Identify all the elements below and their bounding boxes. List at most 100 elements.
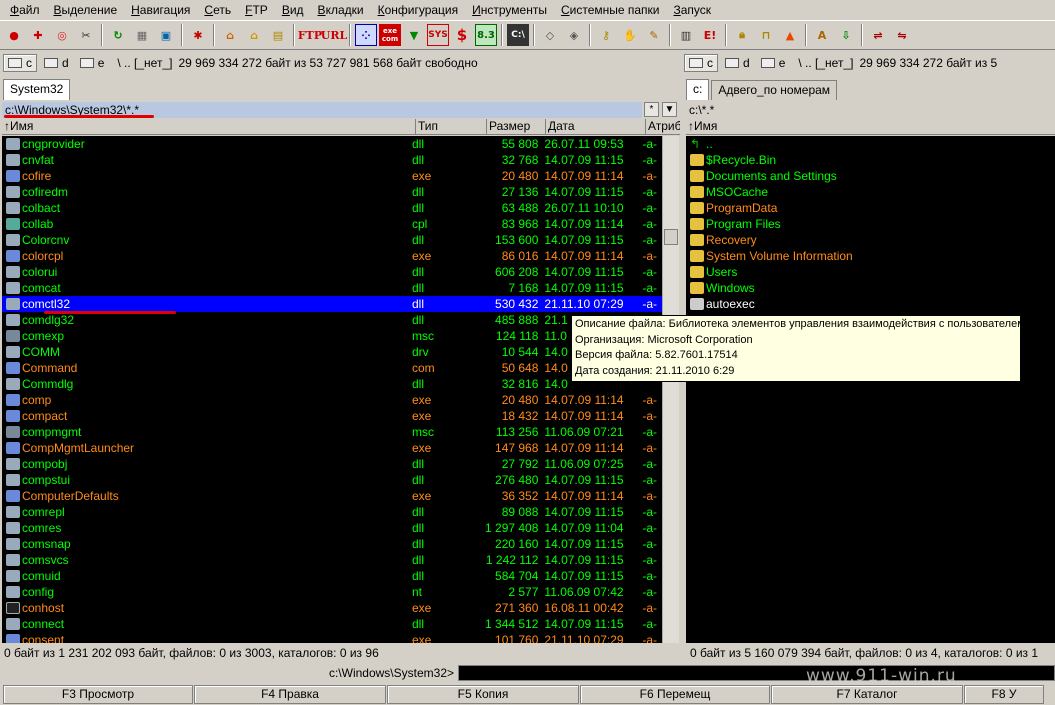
menu-item-0[interactable]: Файл: [3, 0, 47, 20]
properties-icon[interactable]: ▥: [675, 24, 697, 46]
history-button[interactable]: *: [644, 102, 659, 117]
table-row[interactable]: cnvfat dll 32 768 14.07.09 11:15 -a-: [2, 152, 662, 168]
sys-button[interactable]: SYS: [427, 24, 449, 46]
menu-item-6[interactable]: Вкладки: [311, 0, 371, 20]
refresh-icon[interactable]: ↻: [107, 24, 129, 46]
table-row[interactable]: ProgramData: [686, 200, 1055, 216]
table-row[interactable]: compstui dll 276 480 14.07.09 11:15 -a-: [2, 472, 662, 488]
fkey-button-6[interactable]: F6 Перемещ: [580, 685, 770, 704]
filter-icon[interactable]: ▼: [403, 24, 425, 46]
right-file-list[interactable]: ↰.. $Recycle.Bin Documents and Settings MSO…: [686, 136, 1055, 643]
star-icon[interactable]: ✱: [187, 24, 209, 46]
left-scroll-thumb[interactable]: [664, 229, 678, 245]
table-row[interactable]: comrepl dll 89 088 14.07.09 11:15 -a-: [2, 504, 662, 520]
tools-icon[interactable]: ✂: [75, 24, 97, 46]
table-row[interactable]: COMM drv 10 544 14.0: [2, 344, 662, 360]
menu-item-1[interactable]: Выделение: [47, 0, 125, 20]
table-row[interactable]: $Recycle.Bin: [686, 152, 1055, 168]
menu-item-2[interactable]: Навигация: [124, 0, 197, 20]
dollar-button[interactable]: $: [451, 24, 473, 46]
table-row[interactable]: compmgmt msc 113 256 11.06.09 07:21 -a-: [2, 424, 662, 440]
table-row[interactable]: comcat dll 7 168 14.07.09 11:15 -a-: [2, 280, 662, 296]
table-row[interactable]: config nt 2 577 11.06.09 07:42 -a-: [2, 584, 662, 600]
sync-icon[interactable]: ⇌: [867, 24, 889, 46]
table-row[interactable]: comres dll 1 297 408 14.07.09 11:04 -a-: [2, 520, 662, 536]
menu-item-5[interactable]: Вид: [275, 0, 311, 20]
download-icon[interactable]: ⇩: [835, 24, 857, 46]
drive-button-d[interactable]: d: [721, 54, 754, 72]
table-row[interactable]: compact exe 18 432 14.07.09 11:14 -a-: [2, 408, 662, 424]
table-row[interactable]: Command com 50 648 14.0: [2, 360, 662, 376]
table-row[interactable]: MSOCache: [686, 184, 1055, 200]
short-names-button[interactable]: 8.3: [475, 24, 497, 46]
drive-button-c[interactable]: c: [684, 54, 718, 72]
table-row[interactable]: Recovery: [686, 232, 1055, 248]
table-row[interactable]: comctl32 dll 530 432 21.11.10 07:29 -a-: [2, 296, 662, 312]
col-attr[interactable]: Атриб: [646, 119, 680, 134]
tab-right-1[interactable]: Адвего_по номерам: [711, 80, 838, 100]
edit-exe-icon[interactable]: E!: [699, 24, 721, 46]
network-icon[interactable]: ⁘: [355, 24, 377, 46]
table-row[interactable]: CompMgmtLauncher exe 147 968 14.07.09 11:14…: [2, 440, 662, 456]
table-row[interactable]: colbact dll 63 488 26.07.11 10:10 -a-: [2, 200, 662, 216]
table-row[interactable]: System Volume Information: [686, 248, 1055, 264]
lock-icon[interactable]: 🔒︎: [731, 24, 753, 46]
table-row[interactable]: cofiredm dll 27 136 14.07.09 11:15 -a-: [2, 184, 662, 200]
table-row[interactable]: autoexec: [686, 296, 1055, 312]
tab-right-0[interactable]: c:: [686, 79, 710, 100]
console-icon[interactable]: C:\: [507, 24, 529, 46]
disk-icon[interactable]: ●: [3, 24, 25, 46]
archive-icon[interactable]: ▤: [267, 24, 289, 46]
menu-item-7[interactable]: Конфигурация: [371, 0, 466, 20]
table-row[interactable]: collab cpl 83 968 14.07.09 11:14 -a-: [2, 216, 662, 232]
fkey-button-5[interactable]: F5 Копия: [387, 685, 579, 704]
table-row[interactable]: comexp msc 124 118 11.0: [2, 328, 662, 344]
table-row[interactable]: comsnap dll 220 160 14.07.09 11:15 -a-: [2, 536, 662, 552]
table-row[interactable]: Users: [686, 264, 1055, 280]
tab-system32[interactable]: System32: [3, 79, 71, 100]
table-row[interactable]: colorui dll 606 208 14.07.09 11:15 -a-: [2, 264, 662, 280]
table-row[interactable]: ComputerDefaults exe 36 352 14.07.09 11:14 -…: [2, 488, 662, 504]
table-row[interactable]: Colorcnv dll 153 600 14.07.09 11:15 -a-: [2, 232, 662, 248]
table-row[interactable]: comuid dll 584 704 14.07.09 11:15 -a-: [2, 568, 662, 584]
bubble-icon[interactable]: ◇: [539, 24, 561, 46]
menu-item-9[interactable]: Системные папки: [554, 0, 667, 20]
table-row[interactable]: comdlg32 dll 485 888 21.1: [2, 312, 662, 328]
font-icon[interactable]: A: [811, 24, 833, 46]
drive-button-e[interactable]: e: [757, 54, 790, 72]
bubble2-icon[interactable]: ◈: [563, 24, 585, 46]
hand-icon[interactable]: ✋: [619, 24, 641, 46]
menu-item-10[interactable]: Запуск: [667, 0, 719, 20]
table-row[interactable]: consent exe 101 760 21.11.10 07:29 -a-: [2, 632, 662, 643]
unlock-icon[interactable]: ⊓: [755, 24, 777, 46]
fkey-button-3[interactable]: F3 Просмотр: [3, 685, 193, 704]
fire-icon[interactable]: ▲: [779, 24, 801, 46]
drive-button-e[interactable]: e: [76, 54, 109, 72]
url-button[interactable]: URL: [321, 24, 347, 46]
col-date[interactable]: Дата: [546, 119, 646, 134]
sync2-icon[interactable]: ⇋: [891, 24, 913, 46]
image-icon[interactable]: ▣: [155, 24, 177, 46]
menu-item-8[interactable]: Инструменты: [465, 0, 554, 20]
right-col-name[interactable]: ↑Имя: [686, 119, 1055, 134]
table-row[interactable]: Program Files: [686, 216, 1055, 232]
drive-button-d[interactable]: d: [40, 54, 73, 72]
table-row[interactable]: Commdlg dll 32 816 14.0: [2, 376, 662, 392]
split-icon[interactable]: ✚: [27, 24, 49, 46]
left-scrollbar[interactable]: [662, 136, 679, 643]
menu-item-3[interactable]: Сеть: [197, 0, 238, 20]
col-name[interactable]: ↑Имя: [2, 119, 416, 134]
home-up-icon[interactable]: ⌂: [243, 24, 265, 46]
left-file-list[interactable]: cngprovider dll 55 808 26.07.11 09:53 -a-cnv…: [2, 136, 662, 643]
table-row[interactable]: comp exe 20 480 14.07.09 11:14 -a-: [2, 392, 662, 408]
fkey-button-4[interactable]: F4 Правка: [194, 685, 386, 704]
drive-button-c[interactable]: c: [3, 54, 37, 72]
fkey-button-8[interactable]: F8 У: [964, 685, 1044, 704]
command-input[interactable]: [458, 665, 1055, 681]
path-dropdown-icon[interactable]: ▼: [662, 102, 677, 117]
exe-com-button[interactable]: exe com: [379, 24, 401, 46]
table-row[interactable]: ↰..: [686, 136, 1055, 152]
col-size[interactable]: Размер: [487, 119, 546, 134]
key-icon[interactable]: ⚷: [595, 24, 617, 46]
ftp-button[interactable]: FTP: [298, 24, 322, 46]
